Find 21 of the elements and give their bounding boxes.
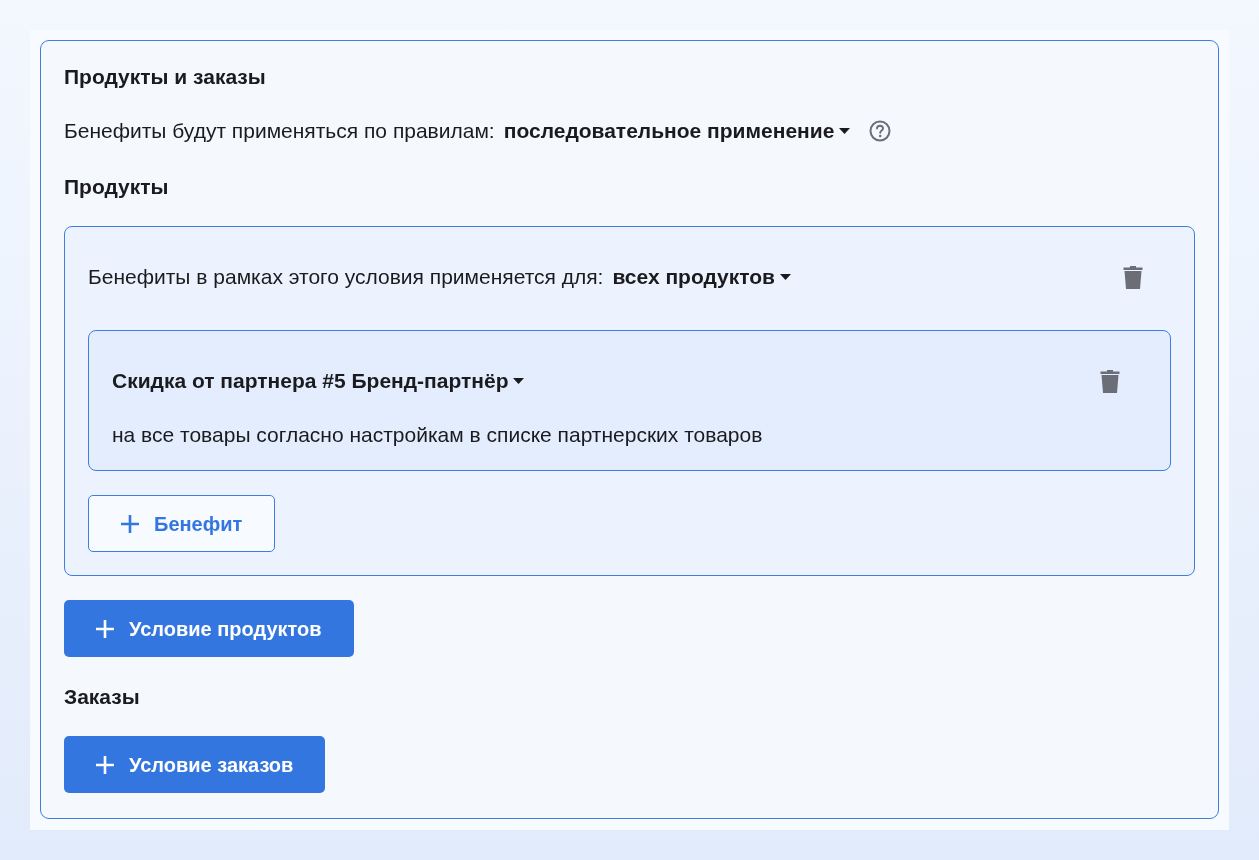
caret-icon [839, 128, 851, 134]
trash-icon[interactable] [1123, 265, 1143, 289]
benefit-dropdown[interactable]: Скидка от партнера #5 Бренд-партнёр [112, 369, 525, 393]
section-title: Продукты и заказы [64, 65, 266, 89]
add-product-condition-button[interactable]: Условие продуктов [64, 600, 354, 657]
caret-icon [513, 378, 525, 384]
help-icon[interactable] [869, 120, 892, 142]
rule-dropdown[interactable]: последовательное применение [503, 119, 851, 143]
condition-label: Бенефиты в рамках этого условия применяется для: [88, 265, 604, 289]
rule-label: Бенефиты будут применяться по правилам: [64, 119, 495, 143]
add-benefit-button[interactable]: Бенефит [88, 495, 276, 552]
caret-icon [780, 274, 792, 280]
plus-icon [96, 755, 114, 774]
subsection-title: Продукты [64, 175, 169, 199]
add-order-condition-button[interactable]: Условие заказов [64, 736, 326, 793]
trash-icon[interactable] [1100, 369, 1120, 393]
benefit-description: на все товары согласно настройкам в списке партнерских товаров [112, 423, 763, 447]
plus-icon [96, 619, 114, 638]
product-scope-dropdown[interactable]: всех продуктов [612, 265, 792, 289]
plus-icon [121, 514, 139, 533]
subsection-title: Заказы [64, 685, 140, 709]
